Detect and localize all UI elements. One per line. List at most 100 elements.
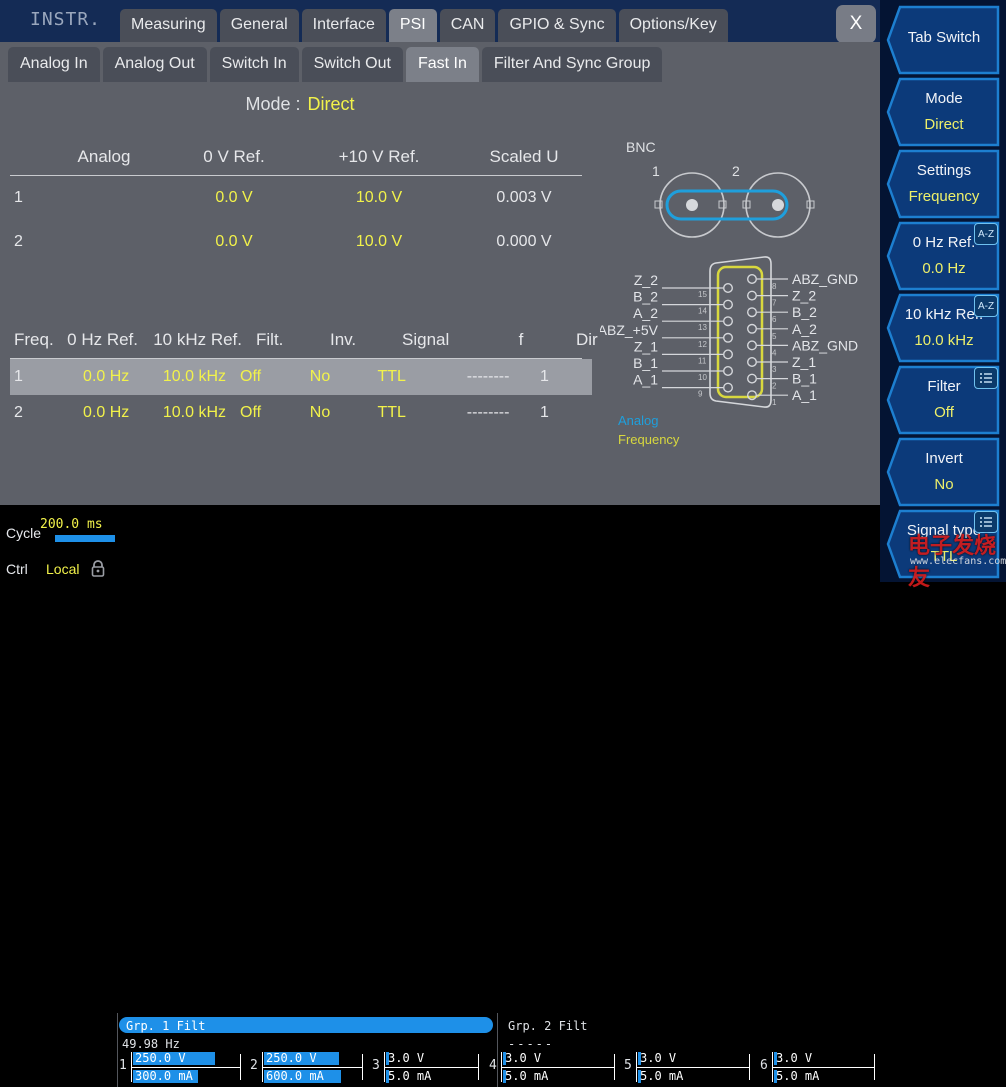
bnc-lug-2: [718, 200, 727, 209]
pin-circle-10: [722, 365, 733, 376]
channel-group: 1 250.0 V 300.0 mA: [119, 1050, 244, 1084]
tab-interface[interactable]: Interface: [301, 9, 386, 42]
freq-zero-ref[interactable]: 0.0 Hz: [42, 368, 129, 386]
tab-psi[interactable]: PSI: [388, 9, 437, 42]
analog-ten-ref[interactable]: 10.0 V: [304, 233, 454, 251]
channel-number: 2: [250, 1058, 258, 1073]
analog-scaled: 0.000 V: [496, 233, 552, 250]
channel-baseline: [262, 1067, 362, 1068]
mode-value[interactable]: Direct: [308, 94, 355, 114]
pin-number-13: 13: [698, 323, 707, 332]
analog-ten-ref[interactable]: 10.0 V: [304, 189, 454, 207]
pin-number-10: 10: [698, 373, 707, 382]
softkey-label: Tab Switch: [907, 29, 981, 46]
freq-signal[interactable]: TTL: [367, 368, 446, 386]
cycle-label: Cycle: [6, 525, 42, 541]
analog-index: 1: [14, 189, 23, 206]
channel-baseline: [501, 1067, 614, 1068]
freq-ten-ref[interactable]: 10.0 kHz: [129, 368, 226, 386]
pin-circle-14: [722, 299, 733, 310]
pin-number-3: 3: [772, 365, 777, 374]
freq-ten-ref[interactable]: 10.0 kHz: [129, 404, 226, 422]
pin-circle-2: [746, 373, 757, 384]
subtab-filter-and-sync-group[interactable]: Filter And Sync Group: [481, 47, 663, 82]
softkey-invert[interactable]: Invert No: [886, 436, 1002, 508]
freq-zero-ref[interactable]: 0.0 Hz: [42, 404, 129, 422]
list-icon[interactable]: [974, 511, 998, 533]
freq-signal[interactable]: TTL: [367, 404, 446, 422]
frequency-table-body: 1 0.0 Hz 10.0 kHz Off No TTL -------- 1 2 0.0 Hz 1…: [0, 359, 632, 431]
tab-general[interactable]: General: [219, 9, 299, 42]
col-10khz-ref: 10 kHz Ref.: [153, 330, 242, 349]
subtab-analog-out[interactable]: Analog Out: [102, 47, 207, 82]
pin-circle-15: [722, 282, 733, 293]
softkey-value: No: [934, 476, 954, 493]
pin-circle-5: [746, 323, 757, 334]
softkey-settings[interactable]: Settings Frequency: [886, 148, 1002, 220]
freq-f: --------: [466, 368, 510, 385]
bnc-center-pin-1: [686, 199, 698, 211]
channel-group: 5 3.0 V 5.0 mA: [624, 1050, 753, 1084]
subtab-fast-in[interactable]: Fast In: [405, 47, 479, 82]
analog-row[interactable]: 2 0.0 V 10.0 V 0.000 V: [0, 220, 594, 264]
tab-measuring[interactable]: Measuring: [120, 9, 217, 42]
main-panel: Mode : Direct Analog 0 V Ref. +10 V Ref. …: [0, 82, 880, 505]
pin-circle-8: [746, 273, 757, 284]
freq-inv[interactable]: No: [296, 368, 368, 386]
status-divider-1: [117, 1013, 118, 1087]
tab-can[interactable]: CAN: [439, 9, 496, 42]
softkey-10-khz-ref-[interactable]: 10 kHz Ref. 10.0 kHz A-Z: [886, 292, 1002, 364]
pin-label-5: A_2: [792, 321, 817, 337]
freq-f: --------: [466, 404, 510, 421]
freq-inv[interactable]: No: [296, 404, 368, 422]
col-inv: Inv.: [330, 330, 357, 349]
softkey-value: Direct: [924, 116, 964, 133]
analog-zero-ref[interactable]: 0.0 V: [164, 233, 304, 251]
softkey-signal-type[interactable]: Signal type TTL: [886, 508, 1002, 580]
frequency-row[interactable]: 1 0.0 Hz 10.0 kHz Off No TTL -------- 1: [10, 359, 592, 395]
pin-circle-11: [722, 349, 733, 360]
channel-end-tick: [362, 1054, 363, 1080]
tab-options-key[interactable]: Options/Key: [618, 9, 728, 42]
dsub-pins: [722, 273, 757, 401]
channel-number: 3: [372, 1058, 380, 1073]
dsub-leads: 8 ABZ_GND 7 Z_2 6 B_2 5 A_2 4 ABZ_GND 3 Z_1 2 B_1 1 A_1…: [598, 271, 858, 407]
ctrl-value: Local: [46, 561, 80, 577]
pin-label-8: ABZ_GND: [792, 271, 858, 287]
channel-end-tick: [478, 1054, 479, 1080]
softkey-filter[interactable]: Filter Off: [886, 364, 1002, 436]
analog-zero-ref[interactable]: 0.0 V: [164, 189, 304, 207]
softkey-label: Settings: [916, 162, 972, 179]
analog-table-header: Analog 0 V Ref. +10 V Ref. Scaled U: [0, 147, 594, 171]
pin-number-2: 2: [772, 382, 777, 391]
freq-filt[interactable]: Off: [226, 368, 296, 386]
close-button[interactable]: X: [836, 5, 876, 43]
list-icon[interactable]: [974, 367, 998, 389]
freq-filt[interactable]: Off: [226, 404, 296, 422]
subtab-switch-out[interactable]: Switch Out: [301, 47, 403, 82]
softkey-tab-switch[interactable]: Tab Switch: [886, 4, 1002, 76]
channel-group: 3 3.0 V 5.0 mA: [372, 1050, 482, 1084]
frequency-row[interactable]: 2 0.0 Hz 10.0 kHz Off No TTL -------- 1: [10, 395, 592, 431]
softkey-0-hz-ref-[interactable]: 0 Hz Ref. 0.0 Hz A-Z: [886, 220, 1002, 292]
cycle-value: 200.0 ms: [40, 517, 103, 532]
group2-frequency: -----: [508, 1037, 555, 1051]
alpha-sort-icon[interactable]: A-Z: [974, 295, 998, 317]
status-bar: Cycle 200.0 ms Ctrl Local Grp. 1 Filt 49…: [0, 505, 880, 1087]
analog-row[interactable]: 1 0.0 V 10.0 V 0.003 V: [0, 176, 594, 220]
channel-group: 4 3.0 V 5.0 mA: [489, 1050, 618, 1084]
col-0hz-ref: 0 Hz Ref.: [67, 330, 138, 349]
tab-gpio-sync[interactable]: GPIO & Sync: [498, 9, 616, 42]
pin-label-14: B_2: [633, 289, 658, 305]
softkey-mode[interactable]: Mode Direct: [886, 76, 1002, 148]
channel-voltage-value: 3.0 V: [388, 1051, 425, 1065]
pin-number-1: 1: [772, 398, 777, 407]
channel-voltage-value: 250.0 V: [135, 1051, 186, 1065]
alpha-sort-icon[interactable]: A-Z: [974, 223, 998, 245]
subtab-analog-in[interactable]: Analog In: [8, 47, 100, 82]
softkey-sidebar: Tab Switch Mode Direct Settings Frequency 0 H…: [880, 0, 1006, 582]
app-window: INSTR. Measuring General Interface PSI CAN GP…: [0, 0, 1006, 1087]
subtab-switch-in[interactable]: Switch In: [209, 47, 299, 82]
pin-circle-12: [722, 332, 733, 343]
pin-number-11: 11: [698, 356, 707, 365]
